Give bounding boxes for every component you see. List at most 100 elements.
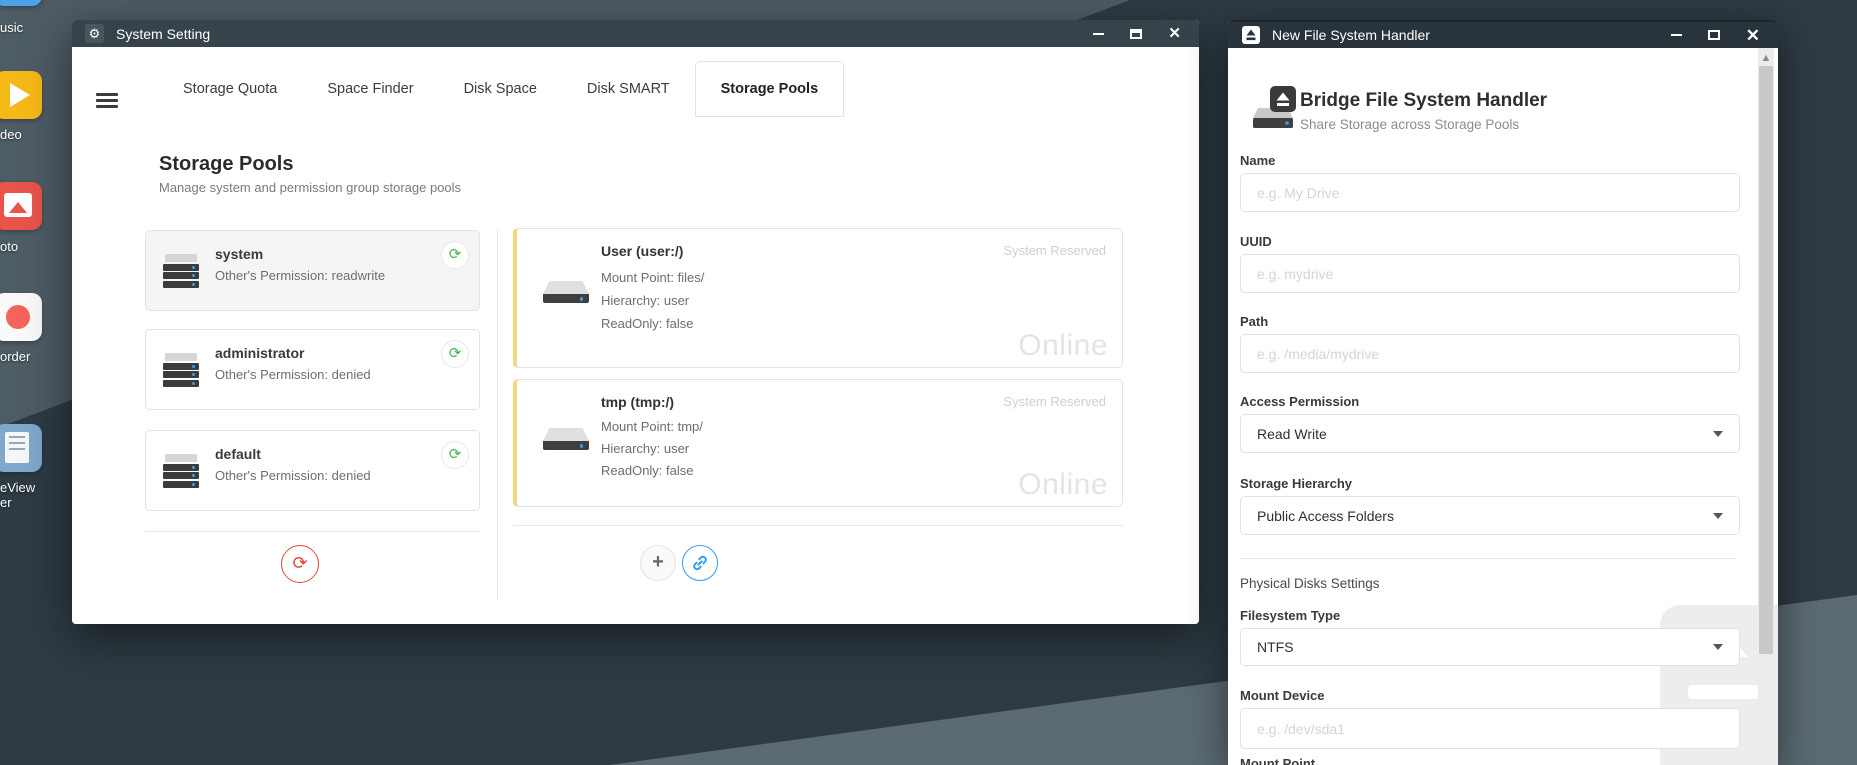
video-icon[interactable] <box>0 71 42 119</box>
dock-item-recorder[interactable]: order <box>0 293 60 341</box>
scrollbar[interactable]: ▲ <box>1758 48 1774 765</box>
pool-permission: Other's Permission: denied <box>215 468 371 483</box>
minimize-button[interactable] <box>1671 34 1682 36</box>
storage-hierarchy-value: Public Access Folders <box>1257 508 1394 524</box>
filesystem-type-label: Filesystem Type <box>1240 608 1340 623</box>
file-system-handler-window: New File System Handler ✕ Bridge File Sy… <box>1228 20 1778 765</box>
dock-label: deo <box>0 127 22 142</box>
tab-storage-quota[interactable]: Storage Quota <box>158 61 302 117</box>
tab-storage-pools[interactable]: Storage Pools <box>695 61 845 117</box>
storage-hierarchy-label: Storage Hierarchy <box>1240 476 1352 491</box>
page-title: Storage Pools <box>159 153 293 176</box>
filesystem-type-value: NTFS <box>1257 639 1294 655</box>
disk-icon <box>543 281 589 304</box>
physical-disks-section-title: Physical Disks Settings <box>1240 576 1380 591</box>
menu-icon[interactable] <box>96 93 118 109</box>
access-permission-select[interactable]: Read Write <box>1240 414 1740 453</box>
access-permission-label: Access Permission <box>1240 394 1359 409</box>
system-setting-body: Storage Quota Space Finder Disk Space Di… <box>72 47 1199 624</box>
uuid-label: UUID <box>1240 234 1272 249</box>
dock-label: usic <box>0 20 23 35</box>
chevron-down-icon <box>1713 431 1723 437</box>
system-reserved-badge: System Reserved <box>1003 243 1106 258</box>
divider <box>513 525 1123 526</box>
disk-icon <box>543 428 589 451</box>
photo-glyph <box>4 193 32 217</box>
dock-label: er <box>0 495 12 510</box>
mount-card-tmp[interactable]: tmp (tmp:/) Mount Point: tmp/ Hierarchy:… <box>513 379 1123 507</box>
mount-readonly: ReadOnly: false <box>601 463 694 478</box>
music-icon[interactable] <box>0 0 42 6</box>
fileviewer-icon[interactable] <box>0 424 42 472</box>
window-title: New File System Handler <box>1272 27 1430 43</box>
server-icon <box>163 254 199 288</box>
path-label: Path <box>1240 314 1268 329</box>
window-title: System Setting <box>116 26 210 42</box>
gear-icon: ⚙ <box>85 24 104 43</box>
mount-point: Mount Point: files/ <box>601 270 704 285</box>
dock-label: order <box>0 349 30 364</box>
mount-hierarchy: Hierarchy: user <box>601 441 689 456</box>
document-glyph <box>5 432 29 463</box>
handler-subtitle: Share Storage across Storage Pools <box>1300 117 1519 132</box>
uuid-input[interactable] <box>1240 254 1740 293</box>
tab-disk-smart[interactable]: Disk SMART <box>562 61 695 117</box>
tab-bar: Storage Quota Space Finder Disk Space Di… <box>158 61 844 117</box>
divider <box>145 531 480 532</box>
tab-disk-space[interactable]: Disk Space <box>439 61 562 117</box>
mount-device-label: Mount Device <box>1240 688 1325 703</box>
scrollbar-thumb[interactable] <box>1759 66 1773 654</box>
column-divider <box>497 230 498 600</box>
tab-space-finder[interactable]: Space Finder <box>302 61 438 117</box>
refresh-pools-button[interactable]: ⟳ <box>281 545 319 583</box>
eject-disk-icon <box>1242 26 1260 44</box>
mount-title: User (user:/) <box>601 243 683 259</box>
dock-label: eView <box>0 480 35 495</box>
mount-title: tmp (tmp:/) <box>601 394 674 410</box>
system-setting-window: ⚙ System Setting ✕ Storage Quota Space F… <box>72 20 1199 624</box>
pool-permission: Other's Permission: denied <box>215 367 371 382</box>
handler-titlebar[interactable]: New File System Handler ✕ <box>1228 20 1778 48</box>
divider <box>1240 558 1736 559</box>
pool-name: administrator <box>215 345 304 361</box>
link-mount-button[interactable] <box>682 545 718 581</box>
recorder-icon[interactable] <box>0 293 42 341</box>
dock-item-photo[interactable]: oto <box>0 182 60 230</box>
add-mount-button[interactable]: + <box>640 545 676 581</box>
mount-point-label: Mount Point <box>1240 756 1315 765</box>
refresh-pool-icon[interactable]: ⟳ <box>441 340 469 368</box>
scroll-up-icon[interactable]: ▲ <box>1760 52 1772 64</box>
maximize-button[interactable] <box>1708 30 1720 40</box>
close-button[interactable]: ✕ <box>1168 26 1181 41</box>
pool-card-default[interactable]: default Other's Permission: denied ⟳ <box>145 430 480 511</box>
access-permission-value: Read Write <box>1257 426 1327 442</box>
photo-icon[interactable] <box>0 182 42 230</box>
filesystem-type-select[interactable]: NTFS <box>1240 628 1740 666</box>
dock-item-fileviewer[interactable]: eView er <box>0 424 60 472</box>
mount-device-input[interactable] <box>1240 708 1740 749</box>
online-status: Online <box>1018 329 1108 363</box>
close-button[interactable]: ✕ <box>1746 27 1760 44</box>
dock-label: oto <box>0 239 18 254</box>
maximize-button[interactable] <box>1130 29 1142 39</box>
page-subtitle: Manage system and permission group stora… <box>159 180 461 195</box>
pool-name: system <box>215 246 263 262</box>
mount-hierarchy: Hierarchy: user <box>601 293 689 308</box>
server-icon <box>163 454 199 488</box>
refresh-pool-icon[interactable]: ⟳ <box>441 441 469 469</box>
path-input[interactable] <box>1240 334 1740 373</box>
mount-card-user[interactable]: User (user:/) Mount Point: files/ Hierar… <box>513 228 1123 368</box>
pool-card-administrator[interactable]: administrator Other's Permission: denied… <box>145 329 480 410</box>
minimize-button[interactable] <box>1093 33 1104 35</box>
pool-card-system[interactable]: system Other's Permission: readwrite ⟳ <box>145 230 480 311</box>
pool-permission: Other's Permission: readwrite <box>215 268 385 283</box>
handler-heading: Bridge File System Handler <box>1300 90 1547 112</box>
server-icon <box>163 353 199 387</box>
dock-item-music[interactable]: usic <box>0 0 60 6</box>
system-setting-titlebar[interactable]: ⚙ System Setting ✕ <box>72 20 1199 47</box>
name-input[interactable] <box>1240 173 1740 212</box>
refresh-pool-icon[interactable]: ⟳ <box>441 241 469 269</box>
storage-hierarchy-select[interactable]: Public Access Folders <box>1240 496 1740 535</box>
dock-item-video[interactable]: deo <box>0 71 60 119</box>
online-status: Online <box>1018 468 1108 502</box>
